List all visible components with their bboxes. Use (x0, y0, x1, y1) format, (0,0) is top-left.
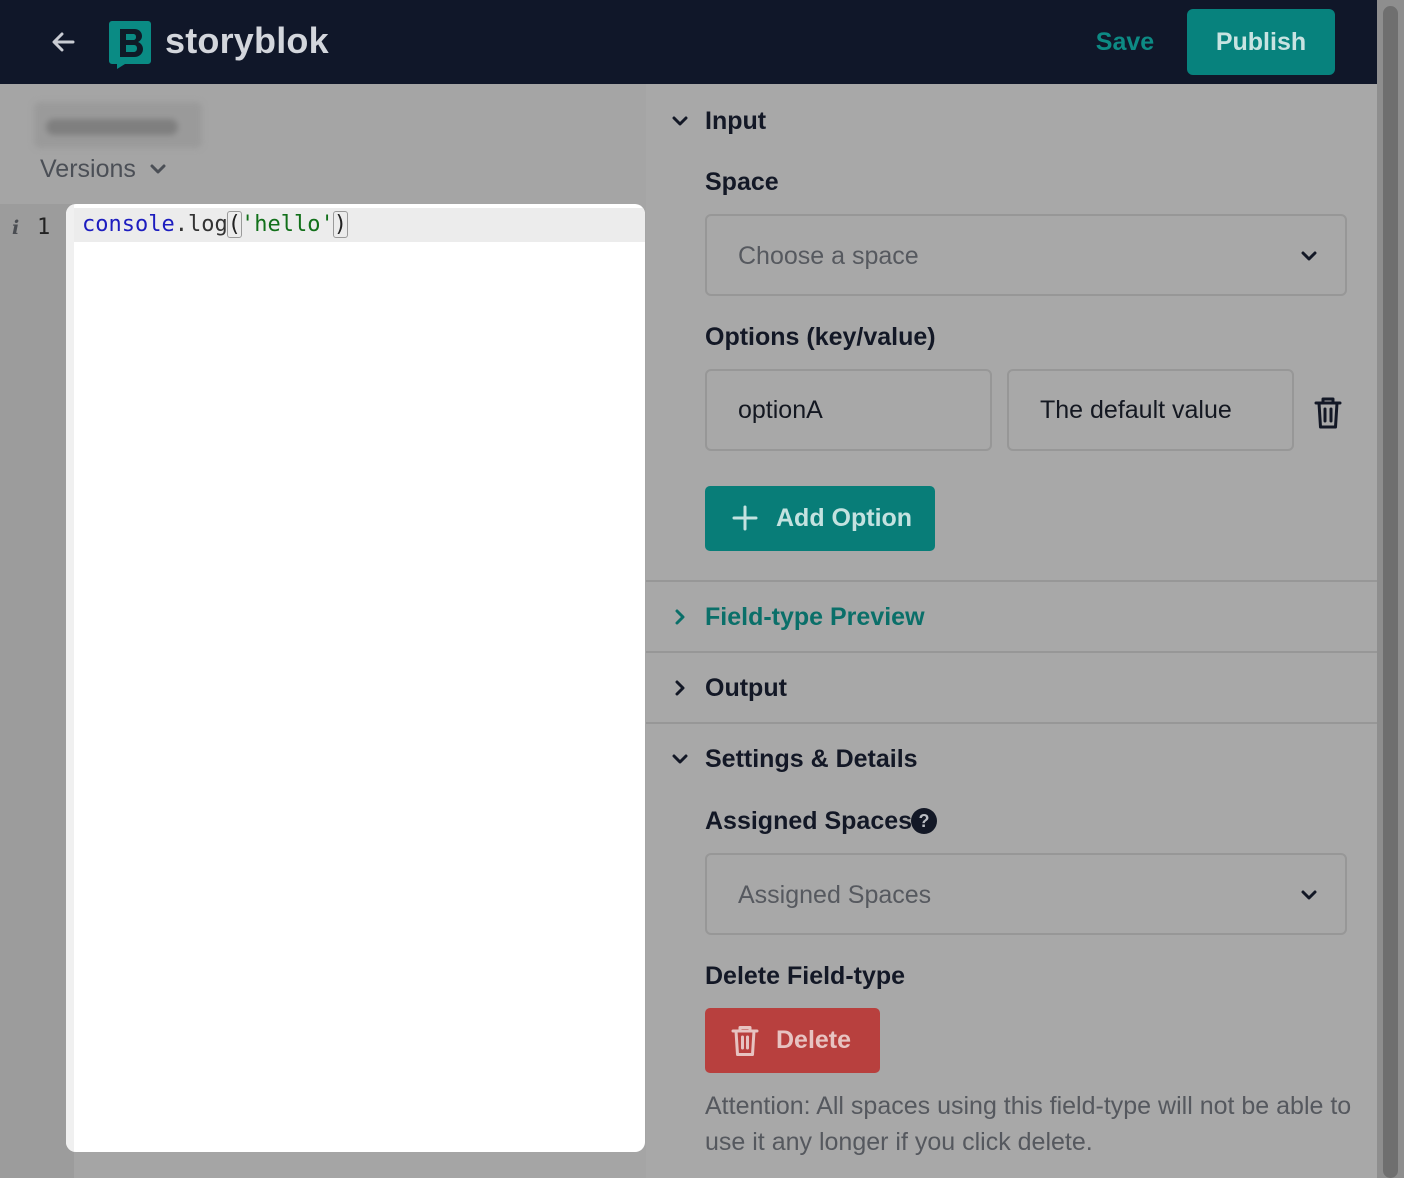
assigned-spaces-select[interactable]: Assigned Spaces (705, 853, 1347, 935)
section-settings-header[interactable]: Settings & Details (646, 724, 1377, 794)
code-token-close-paren: ) (332, 211, 348, 238)
blurred-title (34, 102, 202, 148)
help-icon[interactable]: ? (911, 808, 937, 834)
delete-button[interactable]: Delete (705, 1008, 880, 1073)
trash-icon (731, 1026, 759, 1056)
chevron-down-icon (1301, 251, 1317, 261)
trash-icon[interactable] (1312, 396, 1344, 430)
section-preview-header[interactable]: Field-type Preview (646, 582, 1377, 652)
brand-wordmark: storyblok (165, 20, 329, 61)
editor-gutter-strip (66, 204, 74, 1152)
back-arrow-icon (52, 32, 75, 52)
assigned-spaces-placeholder: Assigned Spaces (738, 881, 932, 909)
code-token-dot: . (174, 212, 188, 237)
right-pane: Input Space Choose a space Options (key/… (646, 84, 1377, 1178)
scrollbar-thumb[interactable] (1383, 6, 1398, 1178)
chevron-right-icon (670, 607, 690, 627)
section-preview-title: Field-type Preview (705, 602, 925, 631)
code-editor[interactable]: console.log('hello') (66, 204, 645, 1152)
option-key-field[interactable]: optionA (705, 369, 992, 451)
scrollbar[interactable] (1377, 0, 1404, 1178)
add-option-button[interactable]: Add Option (705, 486, 935, 551)
chevron-down-icon (150, 164, 166, 174)
chevron-down-icon (670, 111, 690, 131)
attention-text: Attention: All spaces using this field-t… (705, 1092, 1352, 1156)
plus-icon (732, 505, 758, 531)
code-token-string: 'hello' (240, 212, 334, 237)
save-button[interactable]: Save (1082, 20, 1168, 64)
section-input-header[interactable]: Input (646, 86, 1377, 156)
option-value-value: The default value (1040, 396, 1232, 424)
options-label: Options (key/value) (705, 323, 936, 351)
code-gutter (0, 204, 74, 1178)
versions-dropdown[interactable]: Versions (40, 152, 166, 186)
storyblok-logo-icon (109, 21, 151, 69)
delete-button-label: Delete (776, 1026, 852, 1054)
space-select[interactable]: Choose a space (705, 214, 1347, 296)
code-line[interactable]: console.log('hello') (82, 211, 348, 238)
option-key-value: optionA (738, 396, 823, 424)
add-option-label: Add Option (776, 504, 913, 532)
code-token-open-paren: ( (226, 211, 242, 238)
chevron-down-icon (670, 749, 690, 769)
assigned-spaces-label: Assigned Spaces (705, 807, 913, 835)
delete-field-type-label: Delete Field-type (705, 962, 906, 990)
publish-button[interactable]: Publish (1187, 9, 1335, 75)
code-token-variable: console (82, 212, 175, 237)
top-bar: storyblok Save Publish (0, 0, 1377, 84)
code-token-property: log (187, 212, 228, 237)
left-pane: Versions i 1 console.log('hello') (0, 84, 646, 1178)
info-icon[interactable]: i (12, 217, 19, 239)
space-label: Space (705, 168, 779, 196)
chevron-down-icon (1301, 890, 1317, 900)
line-number: 1 (37, 215, 51, 240)
section-output-title: Output (705, 673, 787, 702)
section-settings-title: Settings & Details (705, 744, 918, 773)
section-output-header[interactable]: Output (646, 653, 1377, 723)
chevron-right-icon (670, 678, 690, 698)
section-input-title: Input (705, 106, 767, 135)
versions-label: Versions (40, 154, 136, 183)
space-select-placeholder: Choose a space (738, 242, 919, 270)
app-root: storyblok Save Publish Versions i 1 cons… (0, 0, 1404, 1178)
back-button[interactable] (44, 24, 82, 60)
option-value-field[interactable]: The default value (1007, 369, 1294, 451)
